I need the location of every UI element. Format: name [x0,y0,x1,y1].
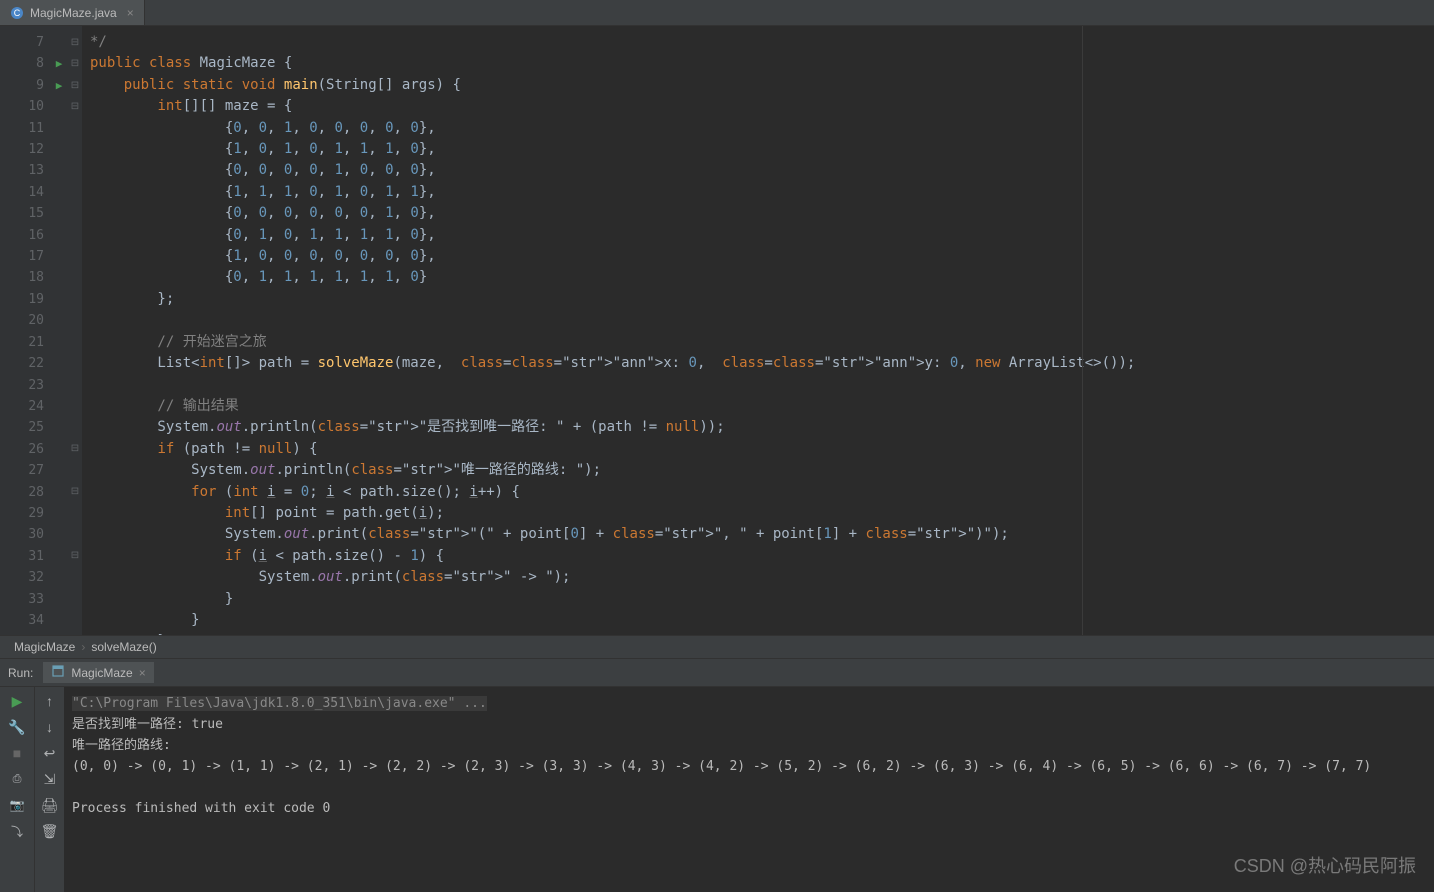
right-margin-line [1082,26,1083,635]
wrench-icon[interactable]: 🔧 [9,719,25,735]
breadcrumb: MagicMaze › solveMaze() [0,635,1434,659]
code-editor[interactable]: 7891011121314151617181920212223242526272… [0,26,1434,635]
chevron-right-icon: › [81,640,85,654]
scroll-end-icon[interactable]: ⇲ [42,771,58,787]
up-arrow-icon[interactable]: ↑ [42,693,58,709]
down-arrow-icon[interactable]: ↓ [42,719,58,735]
run-console-panel: ▶ 🔧 ■ ⎙ 📷 ⤵ ↑ ↓ ↩ ⇲ 🖨 🗑 "C:\Program File… [0,687,1434,892]
file-tab[interactable]: C MagicMaze.java × [0,0,145,25]
rerun-icon[interactable]: ▶ [9,693,25,709]
run-toolbar-left: ▶ 🔧 ■ ⎙ 📷 ⤵ [0,687,34,892]
run-toolbar-left2: ↑ ↓ ↩ ⇲ 🖨 🗑 [34,687,64,892]
soft-wrap-icon[interactable]: ↩ [42,745,58,761]
line-number-gutter: 7891011121314151617181920212223242526272… [0,26,50,635]
gutter-run-icons: ▶▶ [50,26,68,635]
camera-icon[interactable]: 📷 [9,797,25,813]
console-output[interactable]: "C:\Program Files\Java\jdk1.8.0_351\bin\… [64,687,1434,892]
breadcrumb-method[interactable]: solveMaze() [91,640,156,654]
code-area[interactable]: */public class MagicMaze { public static… [82,26,1434,635]
stop-icon[interactable]: ■ [9,745,25,761]
run-label: Run: [8,666,33,680]
editor-tab-bar: C MagicMaze.java × [0,0,1434,26]
fold-column: ⊟⊟⊟⊟⊟⊟⊟ [68,26,82,635]
print-icon[interactable]: 🖨 [42,797,58,813]
close-icon[interactable]: × [139,666,146,680]
java-class-icon: C [10,6,24,20]
dump-icon[interactable]: ⎙ [9,771,25,787]
breadcrumb-class[interactable]: MagicMaze [14,640,75,654]
trash-icon[interactable]: 🗑 [42,823,58,839]
application-icon [51,664,65,681]
close-icon[interactable]: × [127,6,134,20]
svg-text:C: C [14,8,21,18]
run-config-name: MagicMaze [71,666,132,680]
run-config-tab[interactable]: MagicMaze × [43,662,153,683]
exit-icon[interactable]: ⤵ [9,823,25,839]
run-tool-header: Run: MagicMaze × [0,659,1434,687]
tab-filename: MagicMaze.java [30,6,117,20]
